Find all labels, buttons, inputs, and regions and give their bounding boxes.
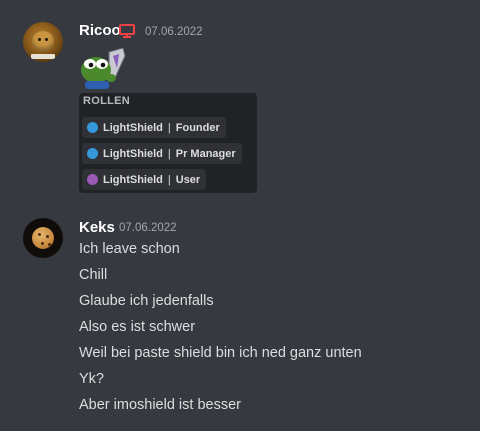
role-separator: | [167,121,171,134]
role-color-dot [87,174,98,185]
role-pill-founder[interactable]: LightShield | Founder [82,117,226,138]
roles-title: ROLLEN [83,95,131,107]
message-line: Yk? [79,371,104,387]
message-line: Aber imoshield ist besser [79,397,241,413]
role-server: LightShield [103,147,163,160]
username[interactable]: Ricoo [79,22,121,39]
role-separator: | [167,147,171,160]
message-line: Ich leave schon [79,241,180,257]
role-color-dot [87,148,98,159]
timestamp: 07.06.2022 [145,26,203,38]
avatar[interactable] [23,22,63,62]
message-line: Chill [79,267,108,283]
pepe-sticker[interactable] [79,48,127,90]
avatar[interactable] [23,218,63,258]
role-server: LightShield [103,173,163,186]
monitor-icon [119,24,135,38]
role-separator: | [167,173,171,186]
message-line: Glaube ich jedenfalls [79,293,214,309]
message-line: Also es ist schwer [79,319,196,335]
role-name: User [175,173,201,186]
role-name: Pr Manager [175,147,236,160]
roles-card: ROLLEN LightShield | Founder LightShield… [79,93,257,193]
username[interactable]: Keks [79,219,115,236]
role-server: LightShield [103,121,163,134]
role-color-dot [87,122,98,133]
message-line: Weil bei paste shield bin ich ned ganz u… [79,345,362,361]
role-pill-user[interactable]: LightShield | User [82,169,207,190]
role-pill-pr-manager[interactable]: LightShield | Pr Manager [82,143,242,164]
timestamp: 07.06.2022 [119,222,177,234]
role-name: Founder [175,121,220,134]
